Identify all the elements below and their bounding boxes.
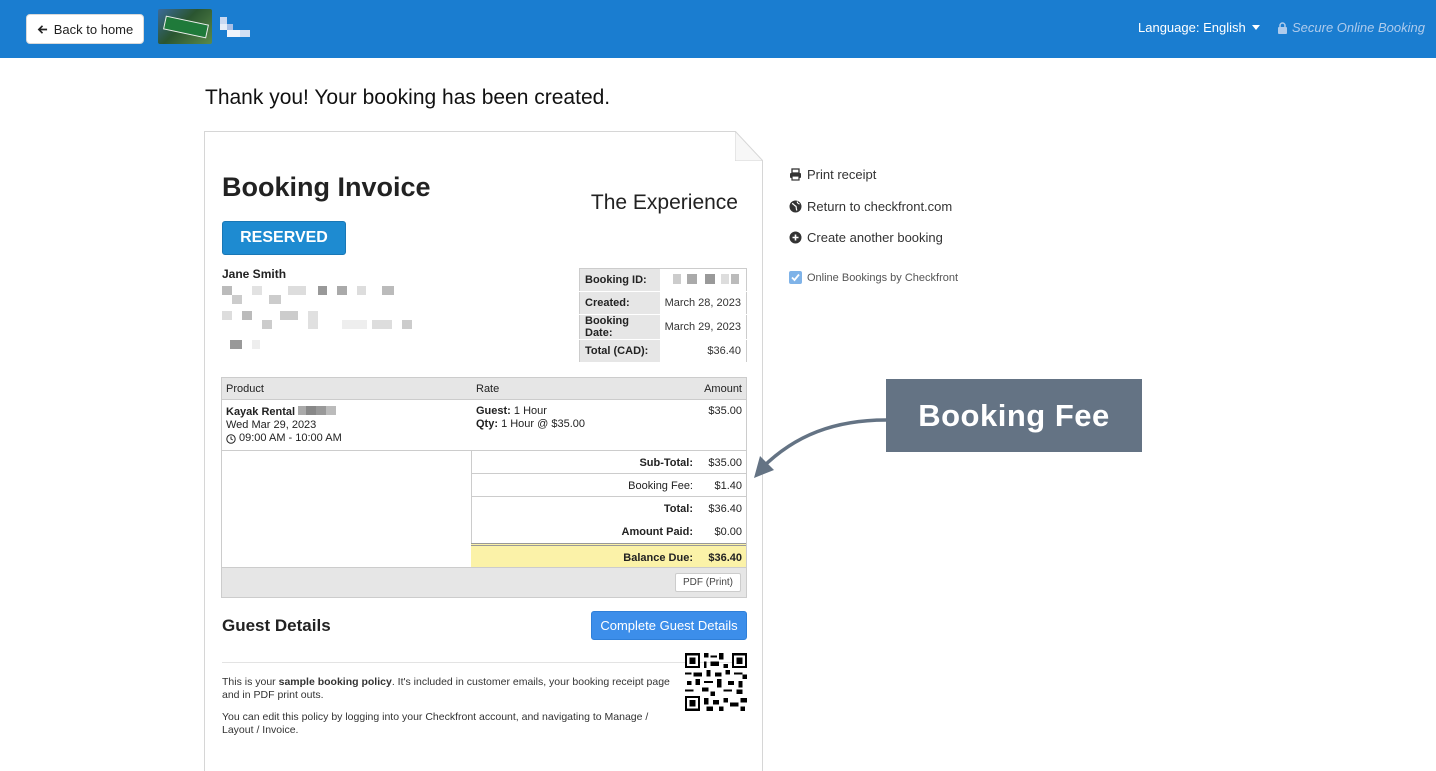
policy-edit-text: You can edit this policy by logging into… <box>222 711 649 736</box>
column-amount: Amount <box>704 382 742 395</box>
meta-label: Booking Date: <box>579 314 660 340</box>
subtotal-value: $35.00 <box>708 457 742 469</box>
print-receipt-link[interactable]: Print receipt <box>789 167 876 182</box>
company-logo[interactable] <box>158 9 212 44</box>
meta-label: Total (CAD): <box>579 339 660 363</box>
booking-fee-label: Booking Fee: <box>628 480 693 492</box>
column-product: Product <box>226 382 264 395</box>
balance-due-label: Balance Due: <box>623 552 693 564</box>
meta-row: Booking Date: March 29, 2023 <box>579 314 747 340</box>
qty-label: Qty: <box>476 418 498 430</box>
line-items-table: Product Rate Amount Kayak Rental Wed Mar… <box>221 377 747 598</box>
complete-guest-details-button[interactable]: Complete Guest Details <box>591 611 747 640</box>
redacted-booking-id <box>673 273 739 284</box>
globe-icon <box>789 200 802 213</box>
printer-icon <box>790 168 801 181</box>
invoice-title: Booking Invoice <box>222 172 431 202</box>
top-bar: Back to home Language: English Secure On… <box>0 0 1436 58</box>
redacted-address <box>222 286 412 349</box>
page-fold <box>735 131 763 161</box>
meta-value: March 29, 2023 <box>659 314 747 340</box>
booking-meta-table: Booking ID: Created: March 28, 2023 Booki… <box>579 268 747 363</box>
table-header: Product Rate Amount <box>222 378 746 400</box>
secure-booking-badge: Secure Online Booking <box>1277 20 1425 35</box>
clock-icon <box>226 433 236 444</box>
return-link[interactable]: Return to checkfront.com <box>789 199 952 214</box>
subtotal-row: Sub-Total: $35.00 <box>471 451 746 474</box>
table-footer: PDF (Print) <box>222 567 746 597</box>
amount-paid-value: $0.00 <box>714 526 742 538</box>
balance-due-value: $36.40 <box>708 552 742 564</box>
redacted-product-code <box>298 406 337 415</box>
callout-arrow <box>754 418 887 478</box>
column-rate: Rate <box>476 382 500 395</box>
secure-booking-label: Secure Online Booking <box>1292 20 1425 35</box>
lock-icon <box>1278 21 1287 34</box>
customer-name: Jane Smith <box>222 267 287 281</box>
booking-fee-callout: Booking Fee <box>886 379 1142 452</box>
pdf-print-button[interactable]: PDF (Print) <box>675 573 741 592</box>
balance-due-row: Balance Due: $36.40 <box>471 543 746 567</box>
return-label: Return to checkfront.com <box>807 199 953 214</box>
booking-fee-row: Booking Fee: $1.40 <box>471 474 746 497</box>
plus-circle-icon <box>789 231 802 244</box>
amount-paid-row: Amount Paid: $0.00 <box>471 520 746 543</box>
table-row: Kayak Rental Wed Mar 29, 2023 09:00 AM -… <box>222 400 746 451</box>
company-name: The Experience <box>590 191 738 214</box>
item-amount: $35.00 <box>708 405 742 417</box>
booking-policy: This is your sample booking policy. It's… <box>222 676 672 746</box>
powered-by-label: Online Bookings by Checkfront <box>807 271 959 284</box>
back-to-home-label: Back to home <box>53 21 134 37</box>
rate-cell: Guest: 1 Hour Qty: 1 Hour @ $35.00 <box>476 405 585 431</box>
status-badge: RESERVED <box>222 221 346 255</box>
product-name: Kayak Rental <box>226 406 296 418</box>
product-date: Wed Mar 29, 2023 <box>226 419 317 431</box>
product-time: 09:00 AM - 10:00 AM <box>239 432 342 444</box>
qty-value: 1 Hour @ $35.00 <box>501 418 586 430</box>
caret-down-icon <box>1251 25 1260 30</box>
powered-by-link[interactable]: Online Bookings by Checkfront <box>789 271 958 284</box>
page-heading: Thank you! Your booking has been created… <box>205 86 611 109</box>
total-value: $36.40 <box>708 503 742 515</box>
arrow-left-icon <box>37 24 47 34</box>
meta-row: Total (CAD): $36.40 <box>579 339 747 363</box>
meta-label: Created: <box>579 291 660 315</box>
invoice-paper: Booking Invoice The Experience RESERVED … <box>204 131 763 771</box>
meta-value <box>659 268 747 292</box>
amount-paid-label: Amount Paid: <box>621 526 694 538</box>
product-cell: Kayak Rental Wed Mar 29, 2023 09:00 AM -… <box>226 405 342 445</box>
back-to-home-button[interactable]: Back to home <box>26 14 144 44</box>
print-receipt-label: Print receipt <box>807 167 877 182</box>
guest-label: Guest: <box>476 405 511 417</box>
meta-row: Booking ID: <box>579 268 747 292</box>
pixelated-logo <box>220 17 250 37</box>
create-booking-label: Create another booking <box>807 230 943 245</box>
guest-value: 1 Hour <box>513 405 547 417</box>
meta-label: Booking ID: <box>579 268 660 292</box>
checkbox-checked-icon <box>789 271 802 284</box>
language-label: Language: English <box>1138 20 1246 35</box>
total-label: Total: <box>663 503 693 515</box>
meta-value: $36.40 <box>659 339 747 363</box>
policy-bold-text: sample booking policy <box>278 676 392 688</box>
policy-text: This is your <box>222 676 279 688</box>
language-selector[interactable]: Language: English <box>1138 20 1260 35</box>
qr-code <box>685 653 747 711</box>
subtotal-label: Sub-Total: <box>639 457 693 469</box>
create-booking-link[interactable]: Create another booking <box>789 230 943 245</box>
totals-section: Sub-Total: $35.00 Booking Fee: $1.40 Total… <box>222 451 746 567</box>
guest-details-title: Guest Details <box>222 616 331 635</box>
meta-value: March 28, 2023 <box>659 291 747 315</box>
booking-fee-value: $1.40 <box>714 480 742 492</box>
divider <box>222 662 747 663</box>
meta-row: Created: March 28, 2023 <box>579 291 747 315</box>
total-row: Total: $36.40 <box>471 497 746 520</box>
